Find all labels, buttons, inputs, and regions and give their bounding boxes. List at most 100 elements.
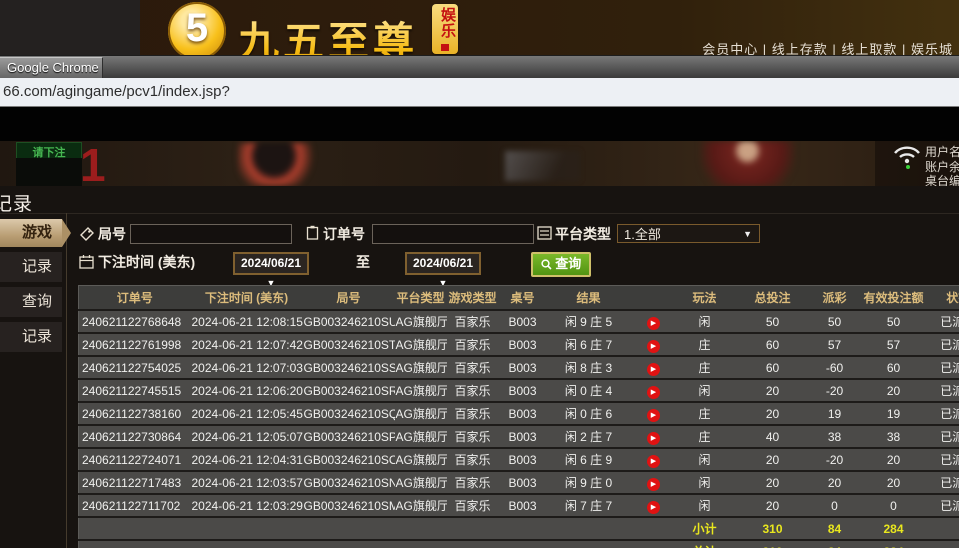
column-header: 派彩 bbox=[813, 286, 857, 311]
browser-title-tab: Google Chrome bbox=[0, 57, 103, 79]
cell-valid-bet: 20 bbox=[857, 471, 931, 494]
column-header: 平台类型 bbox=[395, 286, 447, 311]
cell-status: 已派彩 bbox=[931, 448, 959, 471]
column-header: 状态 bbox=[931, 286, 959, 311]
sidebar-item-records[interactable]: 记录 bbox=[0, 252, 62, 282]
cell-round-no: GB003246210SR bbox=[303, 379, 395, 402]
cell-game-type: 百家乐 bbox=[447, 379, 499, 402]
bet-time-label: 下注时间 (美东) bbox=[98, 252, 195, 272]
order-no-input[interactable] bbox=[372, 224, 534, 244]
cell-valid-bet: 50 bbox=[857, 310, 931, 333]
to-label: 至 bbox=[356, 252, 370, 272]
date-to-picker[interactable]: 2024/06/21 ▼ bbox=[405, 252, 481, 275]
cell-payout: -60 bbox=[813, 356, 857, 379]
play-icon[interactable]: ▶ bbox=[647, 340, 660, 353]
cell-result: 闲 6 庄 9 bbox=[547, 448, 631, 471]
cell-replay: ▶ bbox=[631, 402, 677, 425]
cell-replay: ▶ bbox=[631, 333, 677, 356]
platform-type-label: 平台类型 bbox=[555, 224, 611, 244]
play-icon[interactable]: ▶ bbox=[647, 363, 660, 376]
platform-select[interactable]: 1.全部 ▼ bbox=[617, 224, 760, 243]
cell-total-bet: 20 bbox=[733, 402, 813, 425]
cell-platform: AG旗舰厅 bbox=[395, 356, 447, 379]
subtotal-row: 小计 310 84 284 bbox=[79, 517, 959, 540]
magnifier-icon bbox=[541, 259, 552, 270]
table-row: 240621122754025 2024-06-21 12:07:03 GB00… bbox=[79, 356, 959, 379]
cell-platform: AG旗舰厅 bbox=[395, 425, 447, 448]
play-icon[interactable]: ▶ bbox=[647, 478, 660, 491]
cell-result: 闲 7 庄 7 bbox=[547, 494, 631, 517]
column-header: 下注时间 (美东) bbox=[191, 286, 303, 311]
page-title: 记录 bbox=[0, 189, 33, 216]
divider bbox=[66, 213, 67, 548]
cell-order-no: 240621122761998 bbox=[79, 333, 191, 356]
black-strip bbox=[0, 107, 959, 141]
date-from-picker[interactable]: 2024/06/21 ▼ bbox=[233, 252, 309, 275]
cell-result: 闲 6 庄 7 bbox=[547, 333, 631, 356]
live-game-strip: 请下注 1 用户名 账户余 桌台编 bbox=[0, 141, 959, 186]
column-header: 局号 bbox=[303, 286, 395, 311]
cell-valid-bet: 60 bbox=[857, 356, 931, 379]
cell-play-type: 闲 bbox=[677, 494, 733, 517]
column-header: 桌号 bbox=[499, 286, 547, 311]
signal-dot bbox=[906, 165, 910, 169]
cell-order-no: 240621122754025 bbox=[79, 356, 191, 379]
cell-order-no: 240621122768648 bbox=[79, 310, 191, 333]
search-button[interactable]: 查询 bbox=[531, 252, 591, 277]
cell-bet-time: 2024-06-21 12:04:31 bbox=[191, 448, 303, 471]
table-row: 240621122730864 2024-06-21 12:05:07 GB00… bbox=[79, 425, 959, 448]
play-icon[interactable]: ▶ bbox=[647, 455, 660, 468]
cell-replay: ▶ bbox=[631, 448, 677, 471]
cell-order-no: 240621122724071 bbox=[79, 448, 191, 471]
sidebar-item-query[interactable]: 查询 bbox=[0, 287, 62, 317]
column-header: 订单号 bbox=[79, 286, 191, 311]
play-icon[interactable]: ▶ bbox=[647, 432, 660, 445]
play-icon[interactable]: ▶ bbox=[647, 501, 660, 514]
cell-game-type: 百家乐 bbox=[447, 448, 499, 471]
search-button-label: 查询 bbox=[555, 256, 581, 271]
table-row: 240621122717483 2024-06-21 12:03:57 GB00… bbox=[79, 471, 959, 494]
cell-table-no: B003 bbox=[499, 310, 547, 333]
cell-result: 闲 9 庄 0 bbox=[547, 471, 631, 494]
round-no-input[interactable] bbox=[130, 224, 292, 244]
cell-replay: ▶ bbox=[631, 356, 677, 379]
header-dark-block bbox=[0, 0, 140, 55]
browser-url-bar[interactable]: 66.com/agingame/pcv1/index.jsp? bbox=[0, 78, 959, 107]
cell-bet-time: 2024-06-21 12:05:45 bbox=[191, 402, 303, 425]
table-row: 240621122738160 2024-06-21 12:05:45 GB00… bbox=[79, 402, 959, 425]
player-figure bbox=[238, 143, 318, 186]
cell-bet-time: 2024-06-21 12:03:29 bbox=[191, 494, 303, 517]
cell-bet-time: 2024-06-21 12:06:20 bbox=[191, 379, 303, 402]
play-icon[interactable]: ▶ bbox=[647, 317, 660, 330]
sidebar-item-records2[interactable]: 记录 bbox=[0, 322, 62, 352]
cell-table-no: B003 bbox=[499, 471, 547, 494]
subtotal-valid: 284 bbox=[857, 517, 931, 540]
cell-table-no: B003 bbox=[499, 333, 547, 356]
cell-bet-time: 2024-06-21 12:05:07 bbox=[191, 425, 303, 448]
bet-records-table: 订单号下注时间 (美东)局号平台类型游戏类型桌号结果玩法总投注派彩有效投注额状态… bbox=[78, 285, 959, 548]
cell-payout: 0 bbox=[813, 494, 857, 517]
play-icon[interactable]: ▶ bbox=[647, 409, 660, 422]
play-icon[interactable]: ▶ bbox=[647, 386, 660, 399]
cell-total-bet: 20 bbox=[733, 471, 813, 494]
cell-payout: -20 bbox=[813, 448, 857, 471]
cell-round-no: GB003246210ST bbox=[303, 333, 395, 356]
cell-platform: AG旗舰厅 bbox=[395, 494, 447, 517]
cell-total-bet: 50 bbox=[733, 310, 813, 333]
platform-select-value: 1.全部 bbox=[624, 227, 661, 242]
empty-cell bbox=[931, 517, 959, 540]
cell-play-type: 庄 bbox=[677, 356, 733, 379]
cell-table-no: B003 bbox=[499, 379, 547, 402]
cell-play-type: 庄 bbox=[677, 425, 733, 448]
cell-replay: ▶ bbox=[631, 310, 677, 333]
cell-status: 已派彩 bbox=[931, 379, 959, 402]
header-nav-links[interactable]: 会员中心 | 线上存款 | 线上取款 | 娱乐城 bbox=[702, 39, 953, 55]
browser-title-text: Google Chrome bbox=[0, 58, 102, 78]
cell-order-no: 240621122745515 bbox=[79, 379, 191, 402]
tag-icon bbox=[80, 227, 94, 241]
column-header: 游戏类型 bbox=[447, 286, 499, 311]
sidebar-item-games[interactable]: 游戏 bbox=[0, 219, 62, 247]
cell-total-bet: 20 bbox=[733, 379, 813, 402]
cell-status: 已派彩 bbox=[931, 356, 959, 379]
cell-result: 闲 9 庄 5 bbox=[547, 310, 631, 333]
